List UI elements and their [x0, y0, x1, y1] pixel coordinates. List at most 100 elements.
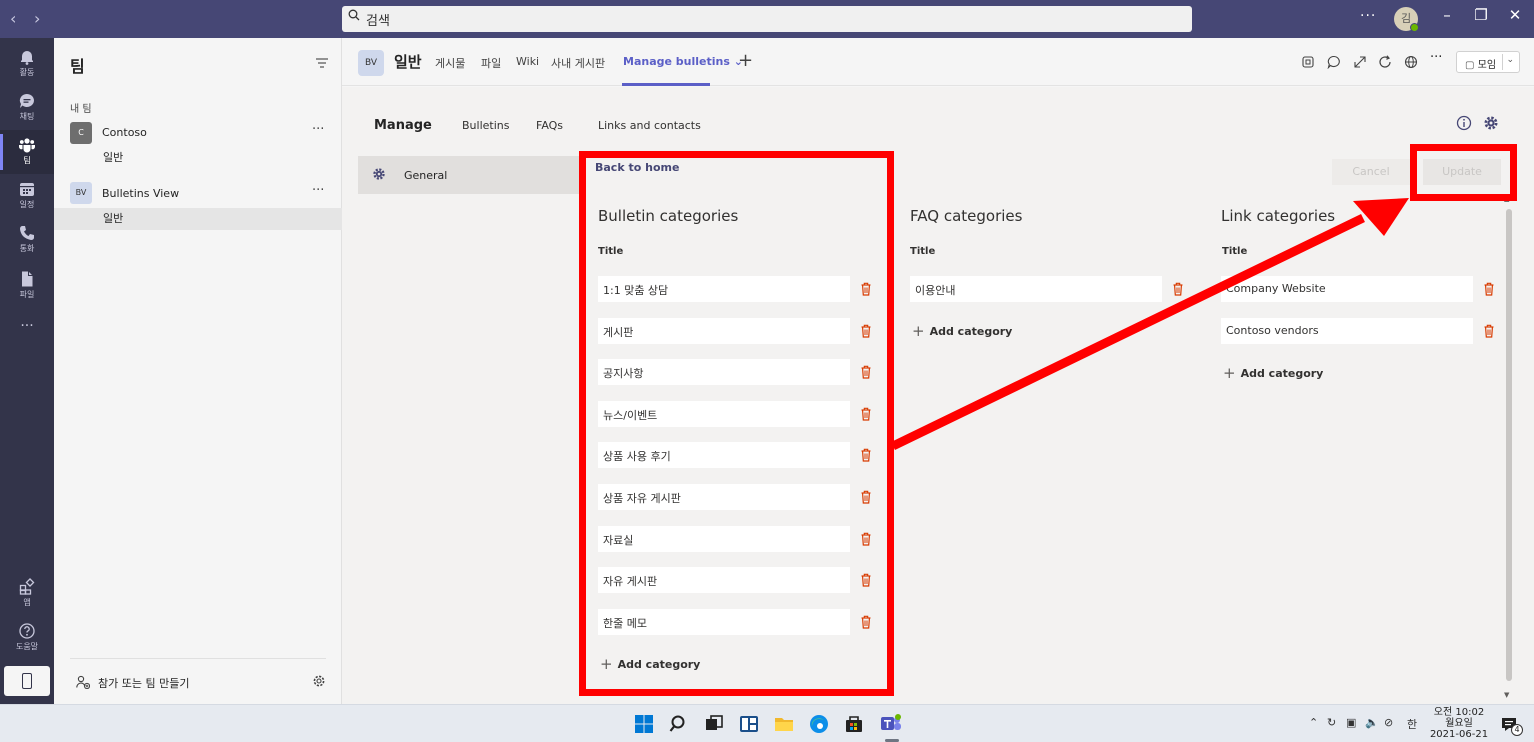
clock-time: 오전 10:02 — [1433, 707, 1485, 718]
rail-item-activity[interactable]: 활동 — [0, 42, 54, 86]
category-title-input[interactable]: Contoso vendors — [1221, 317, 1473, 344]
nav-faqs[interactable]: FAQs — [536, 119, 563, 132]
app-rail: 활동 채팅 팀 일정 통화 파일 ··· 앱 도움말 — [0, 38, 54, 704]
rail-item-calendar[interactable]: 일정 — [0, 174, 54, 218]
tab-wiki[interactable]: Wiki — [516, 55, 539, 68]
restore-icon[interactable]: ❐ — [1466, 6, 1496, 24]
refresh-icon[interactable] — [1378, 55, 1392, 69]
plus-icon: + — [1223, 364, 1236, 382]
team-avatar: BV — [70, 182, 92, 204]
add-link-category-button[interactable]: + Add category — [1223, 363, 1323, 382]
block-icon[interactable]: ⊘ — [1384, 716, 1393, 729]
notification-count-badge: 4 — [1511, 724, 1523, 736]
ime-indicator[interactable]: 한 — [1407, 716, 1417, 732]
chevron-up-icon[interactable]: ⌃ — [1309, 716, 1318, 729]
store-icon[interactable] — [843, 713, 865, 735]
more-options-icon[interactable]: ··· — [312, 183, 324, 198]
channel-header: BV 일반 게시물 파일 Wiki 사내 게시판 Manage bulletin… — [342, 38, 1534, 86]
search-icon — [348, 9, 360, 21]
clock-day: 월요일 — [1445, 718, 1473, 729]
add-tab-button[interactable]: + — [738, 50, 753, 71]
close-icon[interactable]: ✕ — [1500, 6, 1530, 24]
windows-start-icon[interactable] — [633, 713, 655, 735]
add-category-label: Add category — [929, 325, 1013, 338]
rail-item-more[interactable]: ··· — [0, 314, 54, 358]
more-icon: ··· — [20, 318, 34, 334]
teams-app-icon[interactable] — [880, 713, 902, 735]
meet-button[interactable]: ▢ 모임 ⌄ — [1456, 51, 1520, 73]
tab-files[interactable]: 파일 — [481, 55, 501, 71]
team-name: Contoso — [102, 126, 147, 139]
more-options-icon[interactable]: ··· — [312, 122, 324, 137]
tab-company-board[interactable]: 사내 게시판 — [551, 55, 605, 71]
phone-icon — [20, 226, 34, 240]
rail-label: 채팅 — [19, 112, 35, 121]
globe-icon[interactable] — [1404, 55, 1418, 69]
join-or-create-team-button[interactable]: 참가 또는 팀 만들기 — [76, 675, 189, 691]
nav-bulletins[interactable]: Bulletins — [462, 119, 509, 132]
forward-arrow-icon[interactable]: › — [34, 9, 40, 28]
search-placeholder: 검색 — [366, 14, 390, 29]
my-teams-heading: 내 팀 — [70, 104, 92, 115]
file-explorer-icon[interactable] — [773, 713, 795, 735]
trash-icon[interactable] — [1172, 282, 1184, 296]
rail-item-apps[interactable]: 앱 — [0, 572, 54, 616]
rail-item-help[interactable]: 도움말 — [0, 616, 54, 660]
volume-icon[interactable]: 🔈 — [1365, 716, 1379, 729]
teams-panel: 팀 내 팀 C Contoso ··· 일반 BV Bulletins View… — [54, 38, 342, 704]
category-title-input[interactable]: Company Website — [1221, 276, 1473, 302]
widgets-icon[interactable] — [738, 713, 760, 735]
rail-label: 일정 — [19, 200, 35, 209]
task-view-icon[interactable] — [703, 713, 725, 735]
gear-icon[interactable] — [312, 674, 326, 688]
more-options-icon[interactable]: ··· — [1360, 8, 1376, 24]
expand-icon[interactable] — [1353, 55, 1367, 69]
rail-item-chat[interactable]: 채팅 — [0, 86, 54, 130]
divider — [70, 658, 326, 659]
clock-date: 2021-06-21 — [1429, 729, 1489, 740]
scroll-down-arrow-icon[interactable]: ▼ — [1504, 691, 1509, 699]
rail-label: 파일 — [19, 290, 35, 299]
faq-categories-heading: FAQ categories — [910, 207, 1023, 225]
channel-item[interactable]: 일반 — [54, 147, 342, 169]
user-avatar[interactable]: 김 — [1394, 7, 1419, 32]
category-title-input[interactable]: 이용안내 — [910, 276, 1162, 302]
system-clock[interactable]: 오전 10:02 월요일 2021-06-21 — [1428, 707, 1490, 740]
network-icon[interactable]: ▣ — [1346, 716, 1356, 729]
edge-browser-icon[interactable] — [808, 713, 830, 735]
tab-manage-bulletins[interactable]: Manage bulletins ⌄ — [623, 55, 743, 68]
filter-icon[interactable] — [316, 58, 328, 68]
add-faq-category-button[interactable]: + Add category — [912, 321, 1013, 340]
trash-icon[interactable] — [1483, 324, 1495, 338]
popout-icon[interactable] — [1301, 55, 1315, 69]
join-team-label: 참가 또는 팀 만들기 — [98, 677, 190, 690]
gear-icon — [373, 168, 385, 180]
conversation-icon[interactable] — [1327, 55, 1341, 69]
search-input[interactable]: 검색 — [342, 6, 1192, 32]
sync-icon[interactable]: ↻ — [1327, 716, 1336, 729]
sidebar-item-general[interactable]: General — [358, 156, 580, 194]
channel-item[interactable]: 일반 — [54, 208, 342, 230]
more-options-icon[interactable]: ··· — [1430, 50, 1444, 65]
tab-posts[interactable]: 게시물 — [435, 55, 465, 71]
rail-label: 팀 — [23, 156, 31, 165]
nav-links-and-contacts[interactable]: Links and contacts — [598, 119, 701, 132]
search-icon[interactable] — [668, 713, 690, 735]
rail-item-teams[interactable]: 팀 — [0, 130, 54, 174]
minimize-icon[interactable]: – — [1432, 6, 1462, 24]
cancel-button[interactable]: Cancel — [1332, 159, 1410, 185]
trash-icon[interactable] — [1483, 282, 1495, 296]
teams-panel-title: 팀 — [70, 57, 85, 76]
video-icon: ▢ — [1465, 60, 1475, 71]
scrollbar-thumb[interactable] — [1506, 209, 1512, 681]
team-avatar: C — [70, 122, 92, 144]
chevron-down-icon[interactable]: ⌄ — [1506, 55, 1514, 65]
back-arrow-icon[interactable]: ‹ — [10, 9, 16, 28]
title-bar: ‹ › 검색 ··· 김 – ❐ ✕ — [0, 0, 1534, 38]
rail-item-calls[interactable]: 통화 — [0, 218, 54, 262]
annotation-box-update-button — [1410, 144, 1517, 201]
info-icon[interactable] — [1456, 115, 1472, 131]
rail-item-files[interactable]: 파일 — [0, 264, 54, 308]
gear-icon[interactable] — [1483, 115, 1499, 131]
mobile-app-button[interactable] — [4, 666, 50, 696]
